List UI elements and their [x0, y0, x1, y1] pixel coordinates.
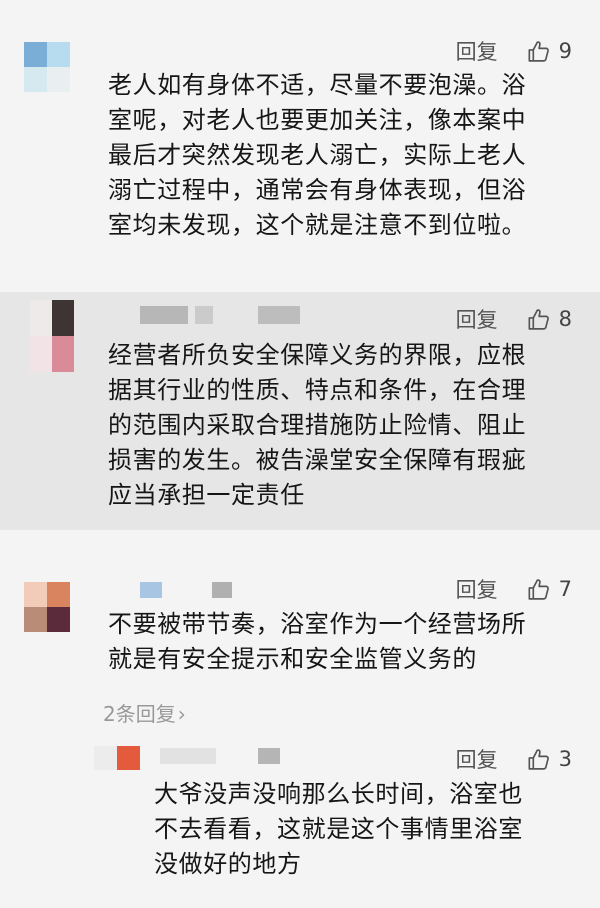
avatar[interactable] — [94, 746, 140, 770]
like-count: 8 — [558, 307, 572, 331]
comment-line: 应当承担一定责任 — [108, 481, 305, 509]
reply-line: 没做好的地方 — [154, 850, 302, 878]
chevron-right-icon: › — [177, 702, 186, 726]
comment-item-2: 回复 8 经营者所负安全保障义务的界限，应根 据其行业的性质、特点和条件，在合理… — [0, 292, 600, 530]
view-replies-label: 2条回复 — [103, 702, 176, 726]
reply-button[interactable]: 回复 — [456, 744, 498, 774]
thumbs-up-icon[interactable] — [526, 747, 551, 772]
username[interactable] — [195, 306, 213, 324]
thumbs-up-icon[interactable] — [526, 39, 551, 64]
comment-line: 的范围内采取合理措施防止险情、阻止 — [108, 411, 527, 439]
reply-button[interactable]: 回复 — [456, 36, 498, 66]
comment-actions: 回复 9 — [456, 36, 572, 66]
username[interactable] — [258, 748, 280, 764]
thumbs-up-icon[interactable] — [526, 307, 551, 332]
avatar[interactable] — [30, 300, 74, 372]
username[interactable] — [140, 582, 162, 598]
reply-line: 不去看看，这就是这个事情里浴室 — [154, 815, 523, 843]
comment-line: 就是有安全提示和安全监管义务的 — [108, 645, 477, 673]
reply-button[interactable]: 回复 — [456, 304, 498, 334]
comment-actions: 回复 8 — [456, 304, 572, 334]
comment-line: 老人如有身体不适，尽量不要泡澡。浴 — [108, 71, 527, 99]
username[interactable] — [140, 306, 188, 324]
comment-line: 据其行业的性质、特点和条件，在合理 — [108, 376, 527, 404]
comment-line: 不要被带节奏，浴室作为一个经营场所 — [108, 610, 527, 638]
avatar[interactable] — [24, 582, 70, 632]
reply-actions: 回复 3 — [456, 744, 572, 774]
username[interactable] — [212, 582, 232, 598]
reply-text: 大爷没声没响那么长时间，浴室也 不去看看，这就是这个事情里浴室 没做好的地方 — [154, 777, 574, 882]
username[interactable] — [160, 748, 216, 764]
avatar[interactable] — [24, 42, 70, 92]
comment-line: 室呢，对老人也要更加关注，像本案中 — [108, 106, 527, 134]
like-count: 7 — [558, 577, 572, 601]
comment-line: 溺亡过程中，通常会有身体表现，但浴 — [108, 176, 527, 204]
comment-text: 不要被带节奏，浴室作为一个经营场所 就是有安全提示和安全监管义务的 — [108, 607, 580, 677]
reply-line: 大爷没声没响那么长时间，浴室也 — [154, 780, 523, 808]
comment-line: 室均未发现，这个就是注意不到位啦。 — [108, 211, 527, 239]
reply-button[interactable]: 回复 — [456, 574, 498, 604]
comment-text: 老人如有身体不适，尽量不要泡澡。浴 室呢，对老人也要更加关注，像本案中 最后才突… — [108, 68, 580, 243]
like-count: 3 — [558, 747, 572, 771]
view-replies-link[interactable]: 2条回复 › — [103, 698, 186, 727]
comment-line: 经营者所负安全保障义务的界限，应根 — [108, 341, 527, 369]
comment-item-1: 回复 9 老人如有身体不适，尽量不要泡澡。浴 室呢，对老人也要更加关注，像本案中… — [0, 0, 600, 292]
like-count: 9 — [558, 39, 572, 63]
comment-line: 最后才突然发现老人溺亡，实际上老人 — [108, 141, 527, 169]
comment-line: 损害的发生。被告澡堂安全保障有瑕疵 — [108, 446, 527, 474]
comment-actions: 回复 7 — [456, 574, 572, 604]
comment-item-3: 回复 7 不要被带节奏，浴室作为一个经营场所 就是有安全提示和安全监管义务的 2… — [0, 530, 600, 908]
thumbs-up-icon[interactable] — [526, 577, 551, 602]
username[interactable] — [258, 306, 300, 324]
comment-text: 经营者所负安全保障义务的界限，应根 据其行业的性质、特点和条件，在合理 的范围内… — [108, 338, 580, 513]
